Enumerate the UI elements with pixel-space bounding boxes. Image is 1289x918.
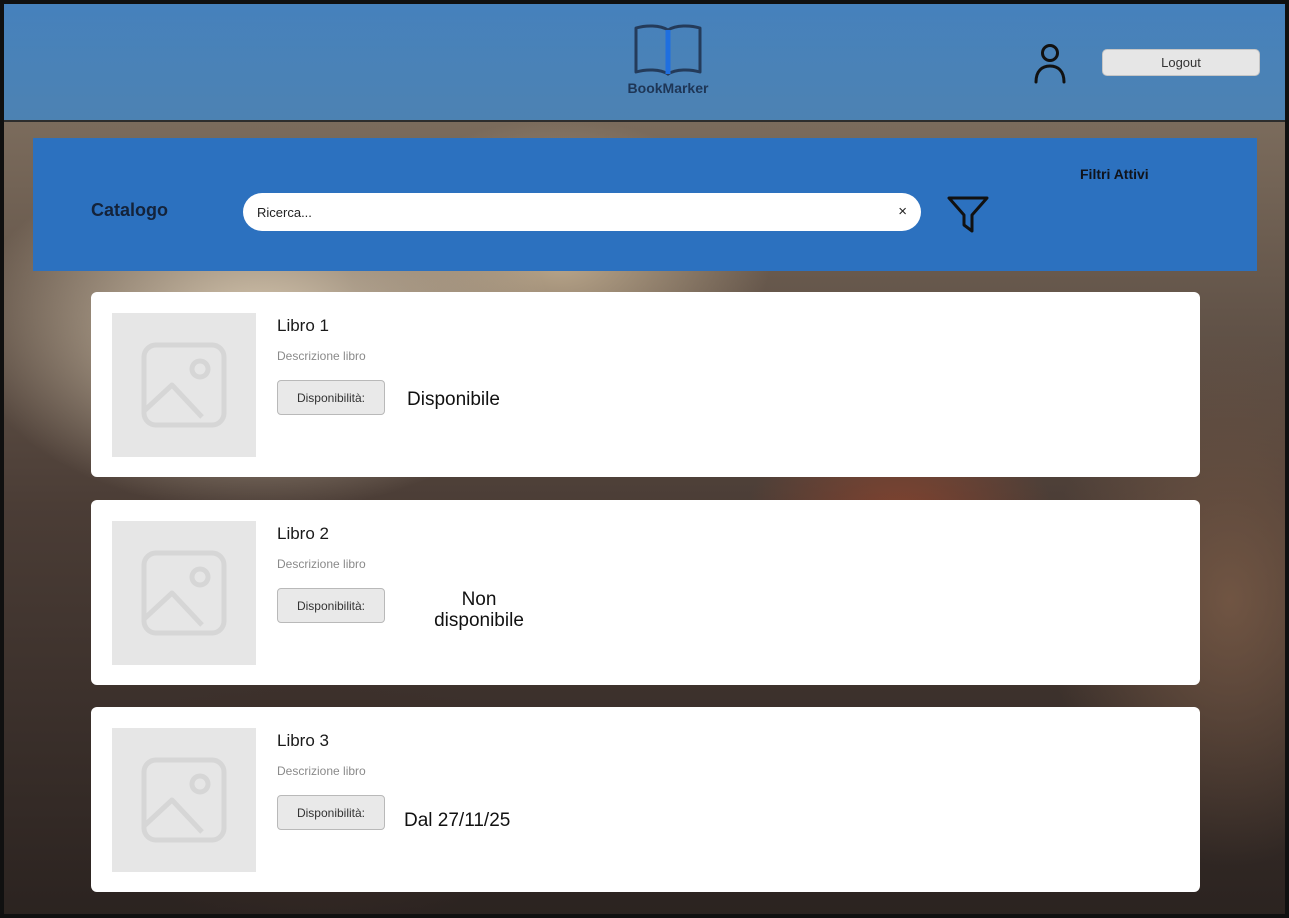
book-card[interactable]: Libro 1 Descrizione libro Disponibilità:…	[91, 292, 1200, 477]
image-placeholder-icon	[141, 550, 227, 636]
filter-icon[interactable]	[946, 194, 990, 234]
user-icon[interactable]	[1032, 42, 1068, 84]
book-description: Descrizione libro	[277, 764, 366, 778]
book-description: Descrizione libro	[277, 557, 366, 571]
search-box[interactable]: ×	[243, 193, 921, 231]
availability-value: Disponibile	[407, 389, 500, 410]
book-cover	[112, 728, 256, 872]
availability-value: Dal 27/11/25	[404, 810, 511, 831]
availability-button[interactable]: Disponibilità:	[277, 588, 385, 623]
app-logo[interactable]: BookMarker	[612, 22, 724, 104]
book-title: Libro 3	[277, 731, 329, 750]
book-description: Descrizione libro	[277, 349, 366, 363]
availability-button[interactable]: Disponibilità:	[277, 380, 385, 415]
availability-value: Non disponibile	[434, 589, 524, 631]
close-icon[interactable]: ×	[898, 202, 907, 222]
open-book-icon	[634, 24, 702, 76]
book-title: Libro 1	[277, 316, 329, 335]
image-placeholder-icon	[141, 342, 227, 428]
book-cover	[112, 313, 256, 457]
book-cover	[112, 521, 256, 665]
image-placeholder-icon	[141, 757, 227, 843]
active-filters-label: Filtri Attivi	[1080, 166, 1149, 182]
book-title: Libro 2	[277, 524, 329, 543]
book-card[interactable]: Libro 3 Descrizione libro Disponibilità:…	[91, 707, 1200, 892]
page-title: Catalogo	[91, 200, 169, 220]
search-input[interactable]	[257, 201, 877, 223]
logo-text: BookMarker	[627, 80, 709, 96]
catalog-toolbar: Catalogo × Filtri Attivi	[33, 138, 1257, 271]
book-card[interactable]: Libro 2 Descrizione libro Disponibilità:…	[91, 500, 1200, 685]
app-header: BookMarker Logout	[0, 0, 1289, 122]
availability-button[interactable]: Disponibilità:	[277, 795, 385, 830]
logout-button[interactable]: Logout	[1102, 49, 1260, 76]
